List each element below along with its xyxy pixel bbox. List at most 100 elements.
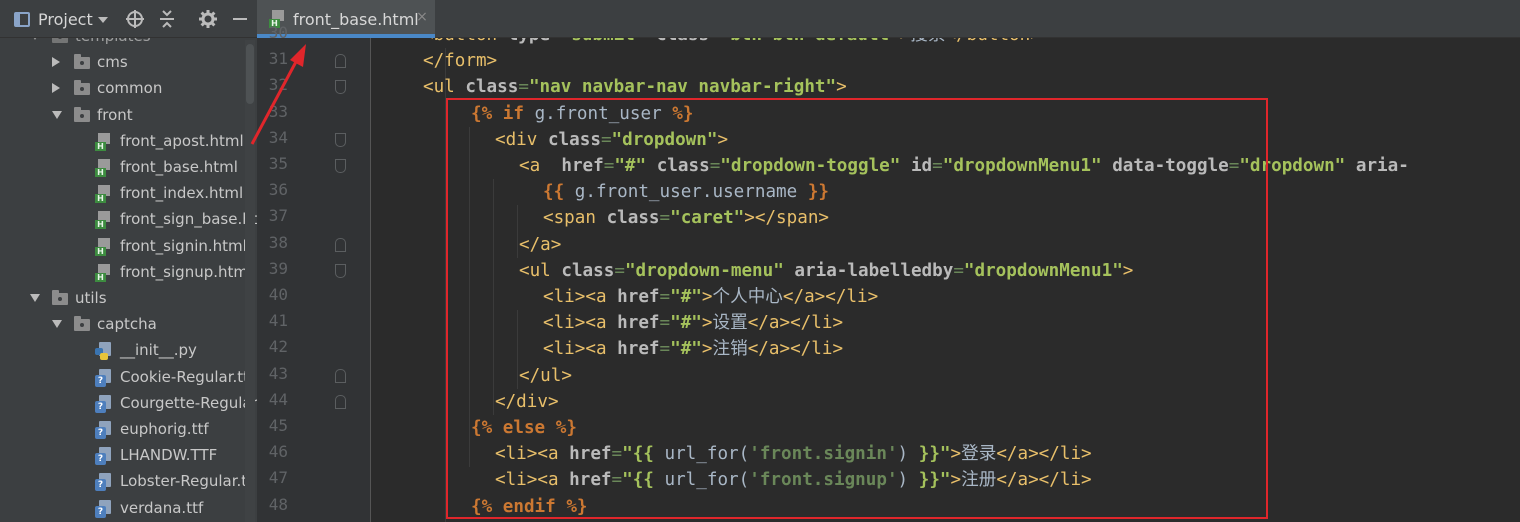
line-number: 36 — [268, 180, 288, 200]
html-file-icon: H — [95, 159, 112, 177]
tab-label: front_base.html — [293, 10, 419, 29]
fold-marker-icon[interactable] — [335, 263, 346, 278]
chevron-right-icon[interactable] — [52, 83, 60, 94]
font-file-icon: ? — [95, 499, 113, 518]
line-number: 43 — [268, 363, 288, 383]
close-icon[interactable]: × — [414, 9, 430, 25]
tree-item-label: front_sign_base.htm — [120, 210, 257, 229]
project-header: Project — [0, 0, 257, 38]
tree-item-label: euphorig.ttf — [120, 420, 209, 438]
tree-item-verdana-ttf[interactable]: ? verdana.ttf — [0, 496, 257, 522]
font-file-icon: ? — [95, 421, 113, 439]
code-line[interactable]: <ul class="nav navbar-nav navbar-right"> — [423, 74, 847, 100]
tree-item-label: LHANDW.TTF — [120, 446, 218, 465]
code-token: = — [550, 38, 561, 45]
project-icon — [14, 12, 30, 27]
folder-icon — [74, 316, 90, 332]
tree-item-label: front_index.html — [120, 184, 244, 203]
tree-item-label: utils — [75, 289, 107, 307]
fold-marker-icon[interactable] — [335, 80, 346, 95]
tree-item-label: captcha — [97, 315, 157, 334]
code-token: </form> — [423, 51, 498, 72]
tree-item-courgette-regular[interactable]: ? Courgette-Regular — [0, 391, 257, 417]
code-token: 搜索 — [910, 38, 945, 45]
chevron-down-icon[interactable] — [30, 294, 40, 302]
editor-tabbar: H front_base.html × — [257, 0, 1520, 38]
tree-item-front-signin-html[interactable]: Hfront_signin.html — [0, 234, 257, 260]
line-number: 45 — [268, 416, 288, 435]
fold-marker-icon[interactable] — [335, 159, 346, 173]
tree-item-label: Cookie-Regular.ttf — [120, 367, 255, 386]
code-line[interactable]: </form> — [423, 48, 497, 74]
line-number: 47 — [268, 468, 288, 488]
minimize-icon[interactable] — [229, 8, 251, 30]
folder-icon — [74, 106, 90, 122]
font-file-icon: ? — [95, 447, 113, 466]
html-file-icon: H — [95, 211, 112, 230]
font-file-icon: ? — [95, 368, 113, 387]
line-number: 42 — [268, 337, 288, 357]
code-token: button — [434, 38, 508, 45]
tree-item-utils[interactable]: utils — [0, 286, 257, 312]
tree-item-label: verdana.ttf — [120, 498, 204, 517]
tree-item-front-base-html[interactable]: Hfront_base.html — [0, 155, 257, 181]
fold-marker-icon[interactable] — [335, 54, 346, 69]
tree-item-front-sign-base-htm[interactable]: Hfront_sign_base.htm — [0, 207, 257, 233]
tree-item-init-py[interactable]: __init__.py — [0, 338, 257, 364]
fold-marker-icon[interactable] — [335, 394, 346, 409]
code-token: <ul — [423, 77, 466, 98]
chevron-down-icon[interactable] — [52, 320, 62, 329]
folder-icon — [74, 54, 90, 70]
html-file-icon: H — [95, 132, 112, 151]
chevron-right-icon[interactable] — [52, 57, 60, 68]
tree-item-label: Courgette-Regular — [120, 393, 257, 412]
chevron-down-icon[interactable] — [52, 110, 62, 119]
gear-icon[interactable] — [197, 8, 219, 30]
code-token: > — [900, 38, 911, 45]
project-panel: templatescmscommonfrontHfront_apost.html… — [0, 0, 257, 522]
code-token: aria- — [1355, 156, 1409, 176]
fold-marker-icon[interactable] — [335, 368, 346, 383]
line-number: 44 — [268, 389, 288, 409]
code-token: = — [709, 38, 720, 45]
fold-marker-icon[interactable] — [335, 237, 346, 252]
tree-item-label: cms — [97, 53, 128, 72]
line-number: 46 — [268, 442, 288, 462]
fold-marker-icon[interactable] — [335, 132, 346, 147]
font-file-icon: ? — [95, 473, 113, 492]
project-title[interactable]: Project — [38, 10, 93, 29]
tree-item-lhandw-ttf[interactable]: ? LHANDW.TTF — [0, 443, 257, 469]
target-icon[interactable] — [124, 8, 146, 30]
tree-item-label: front_base.html — [120, 158, 238, 176]
line-number: 40 — [268, 285, 288, 304]
tree-item-lobster-regular-tt[interactable]: ? Lobster-Regular.tt — [0, 469, 257, 495]
code-token: < — [423, 38, 434, 45]
code-token: class — [465, 77, 519, 98]
chevron-down-icon[interactable] — [98, 17, 108, 23]
collapse-icon[interactable] — [156, 8, 178, 30]
code-line[interactable]: <button type="submit" class="btn btn-def… — [423, 38, 1041, 48]
html-file-icon: H — [95, 263, 112, 282]
line-number: 38 — [268, 232, 288, 252]
annotation-highlight-box — [446, 98, 1268, 519]
code-token: > — [836, 77, 847, 98]
line-number: 48 — [268, 494, 288, 514]
font-file-icon: ? — [95, 394, 113, 413]
tree-item-label: common — [97, 79, 163, 98]
tree-item-cookie-regular-ttf[interactable]: ? Cookie-Regular.ttf — [0, 365, 257, 391]
tree-item-front-signup-html[interactable]: Hfront_signup.html — [0, 260, 257, 286]
tree-item-common[interactable]: common — [0, 76, 257, 102]
code-token: type — [508, 38, 550, 45]
tree-item-front-apost-html[interactable]: Hfront_apost.html — [0, 129, 257, 155]
tree-item-label: front_signup.html — [120, 262, 253, 281]
folder-icon — [52, 290, 68, 305]
tree-item-euphorig-ttf[interactable]: ? euphorig.ttf — [0, 417, 257, 443]
tree-item-label: front — [97, 105, 133, 124]
tree-item-cms[interactable]: cms — [0, 50, 257, 76]
code-token: "submit" — [561, 38, 656, 45]
tree-item-front-index-html[interactable]: Hfront_index.html — [0, 181, 257, 207]
tree-item-captcha[interactable]: captcha — [0, 312, 257, 338]
line-number: 41 — [268, 311, 288, 331]
code-token: </button> — [946, 38, 1041, 45]
tree-item-front[interactable]: front — [0, 103, 257, 129]
